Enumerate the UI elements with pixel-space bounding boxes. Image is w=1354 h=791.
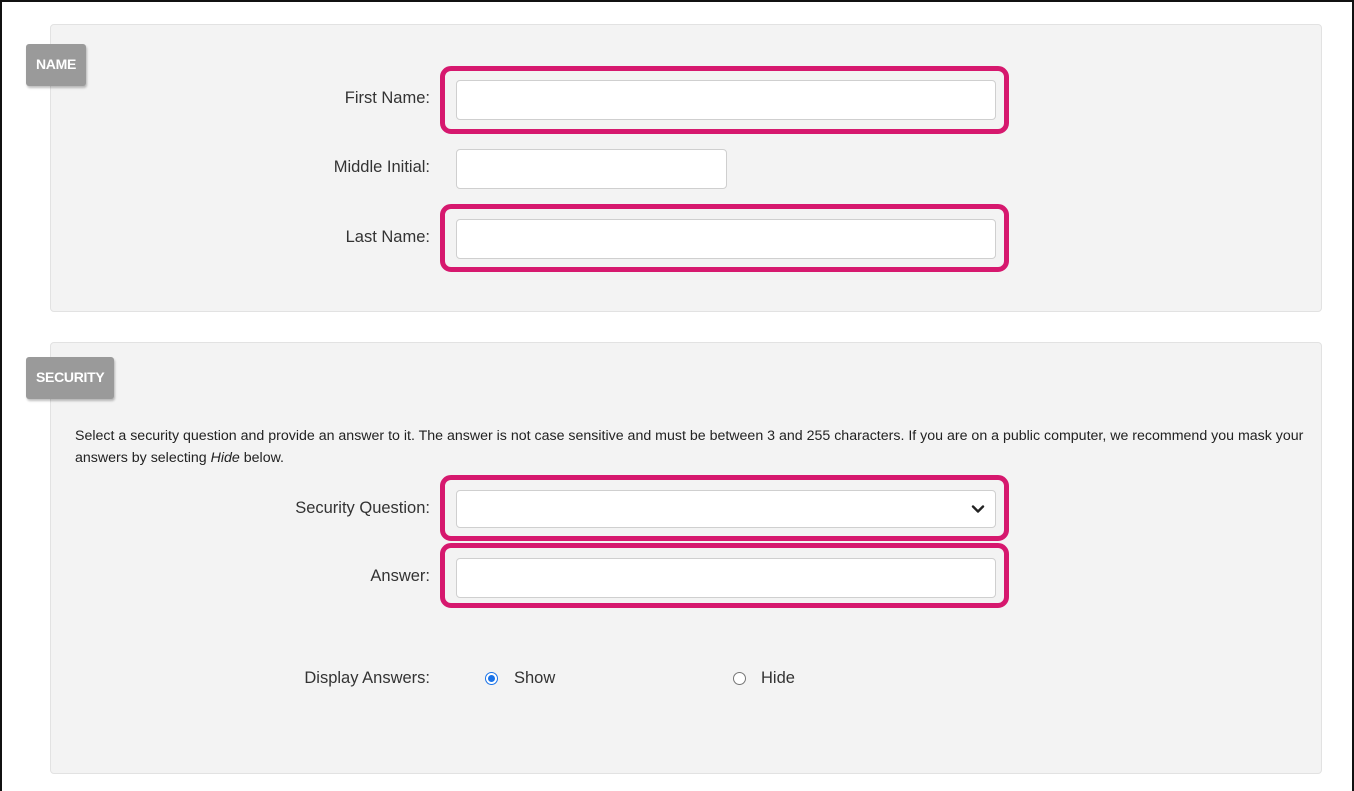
display-show-label[interactable]: Show: [514, 669, 555, 688]
chevron-down-icon: [971, 505, 985, 513]
security-description-emphasis: Hide: [210, 450, 240, 466]
security-description: Select a security question and provide a…: [75, 425, 1315, 469]
security-question-label: Security Question:: [295, 499, 430, 517]
first-name-input[interactable]: [456, 80, 996, 120]
first-name-label: First Name:: [344, 89, 430, 107]
last-name-input[interactable]: [456, 219, 996, 259]
answer-label: Answer:: [370, 567, 430, 585]
security-question-select[interactable]: [456, 490, 996, 528]
middle-initial-input[interactable]: [456, 149, 727, 189]
display-hide-label[interactable]: Hide: [761, 669, 795, 688]
display-answers-label: Display Answers:: [304, 669, 430, 687]
answer-input[interactable]: [456, 558, 996, 598]
display-hide-radio[interactable]: [733, 672, 746, 685]
display-show-radio[interactable]: [485, 672, 498, 685]
security-description-end: below.: [239, 450, 284, 466]
last-name-label: Last Name:: [345, 228, 430, 246]
security-section-tag: SECURITY: [26, 357, 115, 399]
page-frame: NAME First Name: Middle Initial: Last Na…: [0, 0, 1354, 791]
middle-initial-label: Middle Initial:: [333, 158, 430, 176]
name-section-tag: NAME: [26, 44, 87, 86]
